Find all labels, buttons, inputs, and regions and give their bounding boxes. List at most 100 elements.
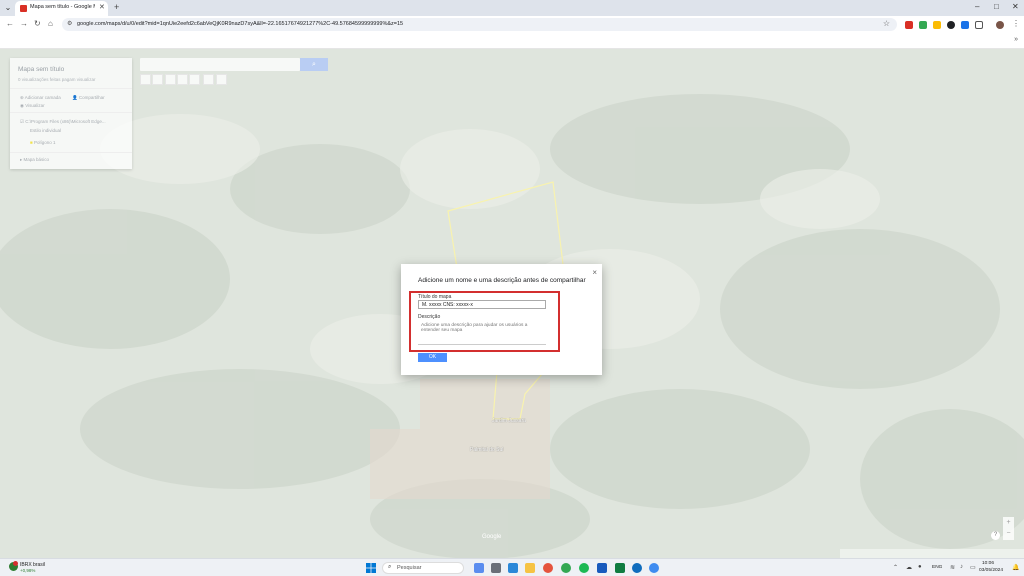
map-attribution-bar (840, 549, 1024, 558)
edge-icon[interactable] (632, 563, 642, 573)
map-title-input[interactable] (418, 300, 546, 309)
extension-icon[interactable] (919, 21, 927, 29)
layer-item[interactable]: ☑ C:\Program Files (x86)\Microsoft Edge.… (20, 119, 106, 125)
windows-start-icon[interactable] (366, 563, 376, 573)
google-logo: Google (482, 534, 502, 540)
clock-time[interactable]: 10:06 (982, 561, 994, 566)
layer-name: C:\Program Files (x86)\Microsoft Edge... (25, 119, 106, 124)
map-name[interactable]: Mapa sem título (18, 66, 64, 73)
map-subtitle: 0 visualizações feitas pagam visualizar (18, 77, 96, 82)
share-button[interactable]: 👤 Compartilhar (72, 95, 105, 101)
extension-icon[interactable] (961, 21, 969, 29)
divider (10, 88, 132, 89)
tab-search-icon[interactable]: ⌄ (3, 3, 13, 13)
search-icon: ⌕ (388, 564, 392, 570)
home-icon[interactable]: ⌂ (48, 19, 53, 28)
draw-line-icon[interactable] (189, 74, 200, 85)
address-bar[interactable]: ⚙ google.com/maps/d/u/0/edit?mid=1qnUie2… (62, 18, 897, 31)
notification-badge (13, 561, 18, 566)
cloud-icon[interactable]: ☁ (906, 564, 912, 571)
description-textarea[interactable] (418, 320, 546, 345)
search-icon[interactable]: ⌕ (300, 58, 328, 71)
windows-taskbar: IBRX brasil +0,98% ⌕ Pesquisar ⌃ ☁ ● ENG… (0, 558, 1024, 576)
new-tab-icon[interactable]: + (114, 2, 119, 12)
close-window-button[interactable]: ✕ (1012, 2, 1019, 11)
preview-label: Visualizar (25, 103, 45, 108)
add-marker-icon[interactable] (177, 74, 188, 85)
base-map-label: Mapa básico (23, 157, 50, 162)
calculator-icon[interactable] (508, 563, 518, 573)
map-place-label: Jardim Jussara (492, 418, 526, 424)
browser-tab-strip: ⌄ Mapa sem título - Google My M ✕ + – □ … (0, 0, 1024, 16)
wifi-icon[interactable]: ≋ (950, 564, 955, 571)
dialog-title: Adicione um nome e uma descrição antes d… (418, 277, 586, 284)
tray-app-icon[interactable]: ● (918, 564, 922, 570)
browser-toolbar: ← → ↻ ⌂ ⚙ google.com/maps/d/u/0/edit?mid… (0, 16, 1024, 33)
forward-icon[interactable]: → (20, 19, 28, 28)
map-canvas[interactable]: Jardim Jussara Palmital do Sul Mapa sem … (0, 49, 1024, 558)
clock-date[interactable]: 03/05/2024 (979, 568, 1003, 573)
widget-value: +0,98% (20, 568, 36, 573)
app-icon[interactable] (649, 563, 659, 573)
feature-item[interactable]: ■ Polígono 1 (30, 140, 56, 145)
site-info-icon[interactable]: ⚙ (67, 20, 72, 27)
ok-button[interactable]: OK (418, 353, 447, 362)
excel-icon[interactable] (615, 563, 625, 573)
maximize-button[interactable]: □ (994, 2, 999, 11)
bookmark-star-icon[interactable]: ☆ (883, 19, 890, 28)
file-explorer-icon[interactable] (525, 563, 535, 573)
divider (10, 112, 132, 113)
notifications-icon[interactable]: 🔔 (1012, 564, 1019, 571)
undo-icon[interactable] (140, 74, 151, 85)
map-search-input[interactable] (140, 58, 300, 71)
zoom-out-icon[interactable]: − (1003, 528, 1014, 539)
map-place-label: Palmital do Sul (470, 447, 504, 453)
side-panel-icon[interactable] (975, 21, 983, 29)
taskbar-search-placeholder: Pesquisar (397, 565, 422, 571)
copilot-icon[interactable] (474, 563, 484, 573)
directions-icon[interactable] (203, 74, 214, 85)
close-icon[interactable]: × (592, 268, 597, 277)
preview-button[interactable]: ◉ Visualizar (20, 103, 45, 109)
language-indicator[interactable]: ENG (932, 565, 942, 570)
battery-icon[interactable]: ▭ (970, 564, 976, 571)
chrome-icon[interactable] (561, 563, 571, 573)
zoom-in-icon[interactable]: + (1003, 517, 1014, 528)
zoom-control[interactable]: + − (1003, 517, 1014, 540)
minimize-button[interactable]: – (975, 2, 979, 11)
add-layer-button[interactable]: ⊕ Adicionar camada (20, 95, 61, 101)
word-icon[interactable] (597, 563, 607, 573)
extension-icon[interactable] (905, 21, 913, 29)
browser-tab-active[interactable]: Mapa sem título - Google My M ✕ (15, 1, 108, 16)
feature-label: Polígono 1 (33, 140, 56, 145)
show-hidden-icons-icon[interactable]: ⌃ (893, 564, 898, 571)
share-label: Compartilhar (78, 95, 105, 100)
tab-title: Mapa sem título - Google My M (30, 4, 95, 10)
firefox-icon[interactable] (543, 563, 553, 573)
reload-icon[interactable]: ↻ (34, 19, 41, 28)
bookmarks-bar: » (0, 33, 1024, 49)
extension-icon[interactable] (947, 21, 955, 29)
map-layers-panel: Mapa sem título 0 visualizações feitas p… (10, 58, 132, 169)
help-icon[interactable]: ? (991, 531, 1000, 540)
address-url: google.com/maps/d/u/0/edit?mid=1qnUie2ee… (77, 21, 404, 27)
base-map-item[interactable]: ▸ Mapa básico (20, 157, 49, 163)
ruler-icon[interactable] (216, 74, 227, 85)
profile-avatar[interactable] (996, 21, 1004, 29)
screen: ⌄ Mapa sem título - Google My M ✕ + – □ … (0, 0, 1024, 576)
spotify-icon[interactable] (579, 563, 589, 573)
back-icon[interactable]: ← (6, 19, 14, 28)
divider (10, 152, 132, 153)
redo-icon[interactable] (152, 74, 163, 85)
select-hand-icon[interactable] (165, 74, 176, 85)
chrome-menu-icon[interactable]: ⋮ (1012, 19, 1020, 28)
tab-close-icon[interactable]: ✕ (99, 3, 105, 11)
more-bookmarks-icon[interactable]: » (1014, 36, 1018, 43)
share-name-dialog: Adicione um nome e uma descrição antes d… (401, 264, 602, 375)
task-view-icon[interactable] (491, 563, 501, 573)
extension-icon[interactable] (933, 21, 941, 29)
taskbar-search[interactable]: ⌕ Pesquisar (382, 562, 464, 574)
layer-style-link[interactable]: Estilo individual (30, 128, 61, 133)
speaker-icon[interactable]: ♪ (960, 564, 963, 570)
add-layer-label: Adicionar camada (24, 95, 61, 100)
